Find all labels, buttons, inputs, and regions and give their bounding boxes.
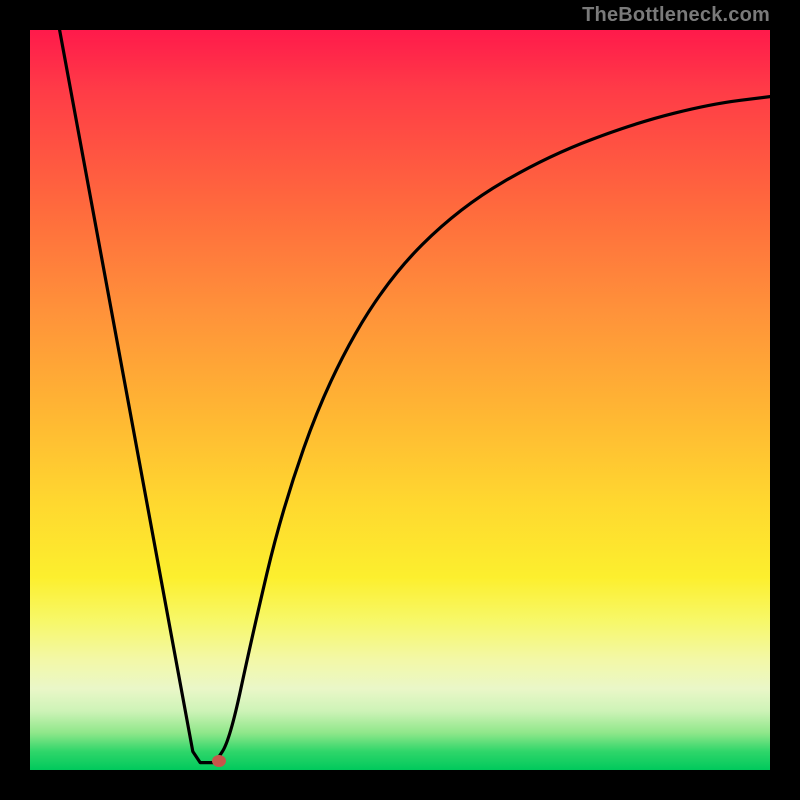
curve-path xyxy=(60,30,770,763)
plot-area xyxy=(30,30,770,770)
bottleneck-curve xyxy=(30,30,770,770)
chart-frame: TheBottleneck.com xyxy=(0,0,800,800)
watermark-text: TheBottleneck.com xyxy=(582,4,770,27)
optimal-point-marker xyxy=(212,755,226,767)
